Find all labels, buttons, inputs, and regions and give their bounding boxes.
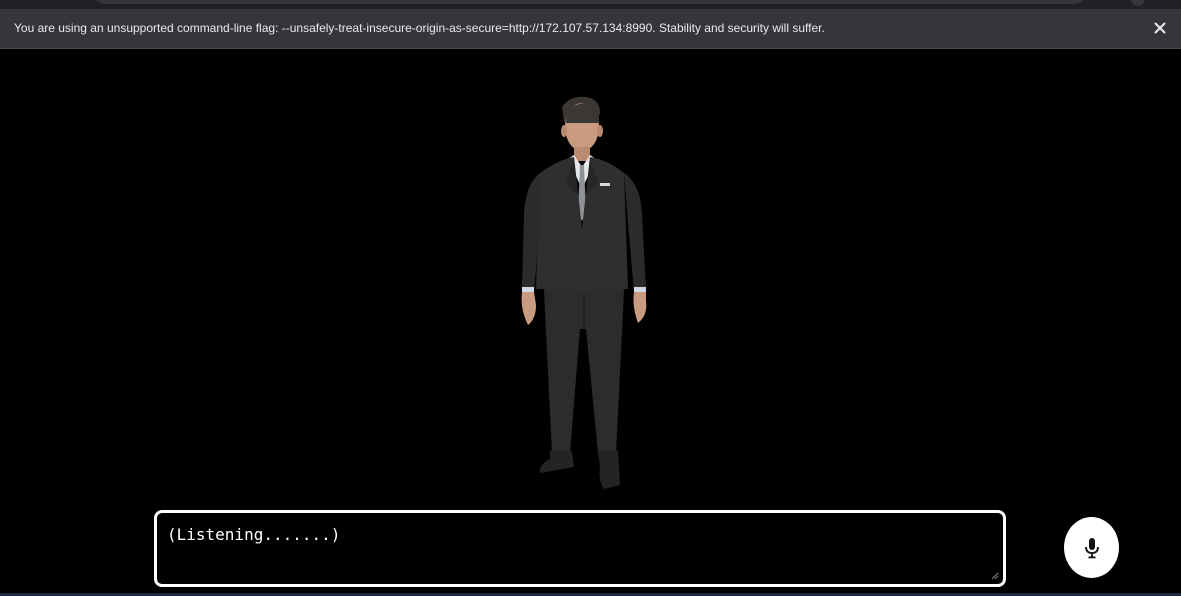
app-viewport: You are using an unsupported command-lin… bbox=[0, 0, 1181, 596]
microphone-icon bbox=[1084, 537, 1099, 558]
profile-avatar-edge[interactable] bbox=[1131, 0, 1145, 6]
infobar-message: You are using an unsupported command-lin… bbox=[14, 21, 825, 35]
avatar-figure bbox=[521, 96, 647, 489]
microphone-button[interactable] bbox=[1064, 517, 1119, 578]
address-bar-edge[interactable] bbox=[92, 0, 1088, 4]
transcript-box[interactable]: (Listening.......) bbox=[154, 510, 1006, 587]
resize-grip-icon[interactable] bbox=[991, 572, 999, 580]
close-icon[interactable] bbox=[1151, 19, 1169, 37]
unsupported-flag-infobar: You are using an unsupported command-lin… bbox=[0, 9, 1181, 49]
browser-chrome-top bbox=[0, 0, 1181, 9]
transcript-text: (Listening.......) bbox=[167, 525, 341, 544]
